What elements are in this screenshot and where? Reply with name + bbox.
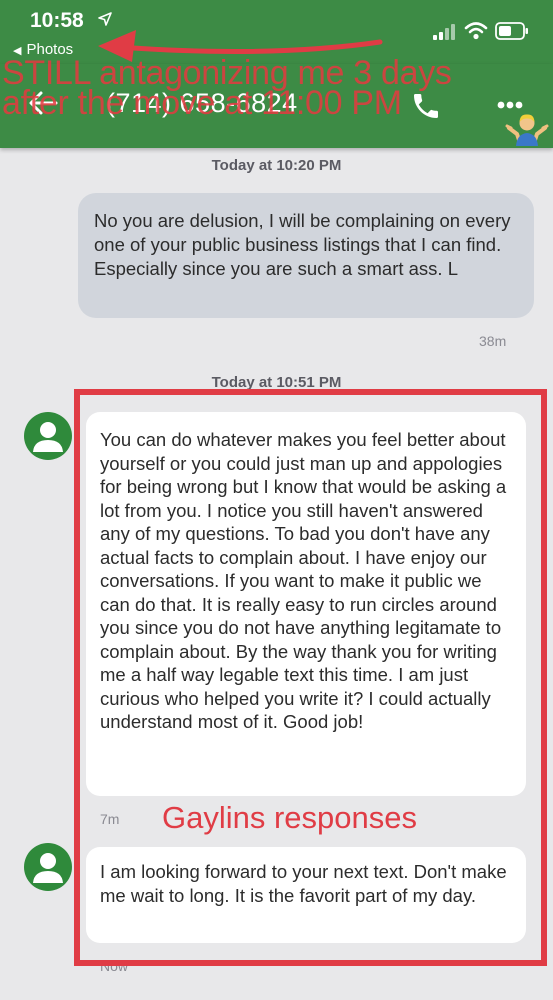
annotation-label: Gaylins responses bbox=[162, 800, 418, 835]
message-timestamp: 38m bbox=[479, 333, 507, 349]
signal-icon bbox=[433, 24, 455, 40]
shrug-emoji bbox=[505, 114, 549, 146]
battery-icon bbox=[495, 22, 528, 40]
overlay-caption-line2: after the move at 11:00 PM bbox=[2, 84, 402, 122]
contact-avatar[interactable] bbox=[24, 843, 72, 891]
contact-avatar[interactable] bbox=[24, 412, 72, 460]
date-separator: Today at 10:20 PM bbox=[211, 157, 342, 174]
annotation-box bbox=[74, 389, 547, 966]
status-time: 10:58 bbox=[30, 9, 84, 32]
wifi-icon bbox=[464, 22, 488, 40]
person-icon bbox=[33, 853, 63, 883]
person-icon bbox=[33, 422, 63, 452]
overlay-caption: STILL antagonizing me 3 days after the m… bbox=[2, 56, 552, 122]
location-arrow-icon bbox=[98, 12, 112, 26]
outgoing-message-bubble[interactable]: No you are delusion, I will be complaini… bbox=[78, 193, 534, 318]
